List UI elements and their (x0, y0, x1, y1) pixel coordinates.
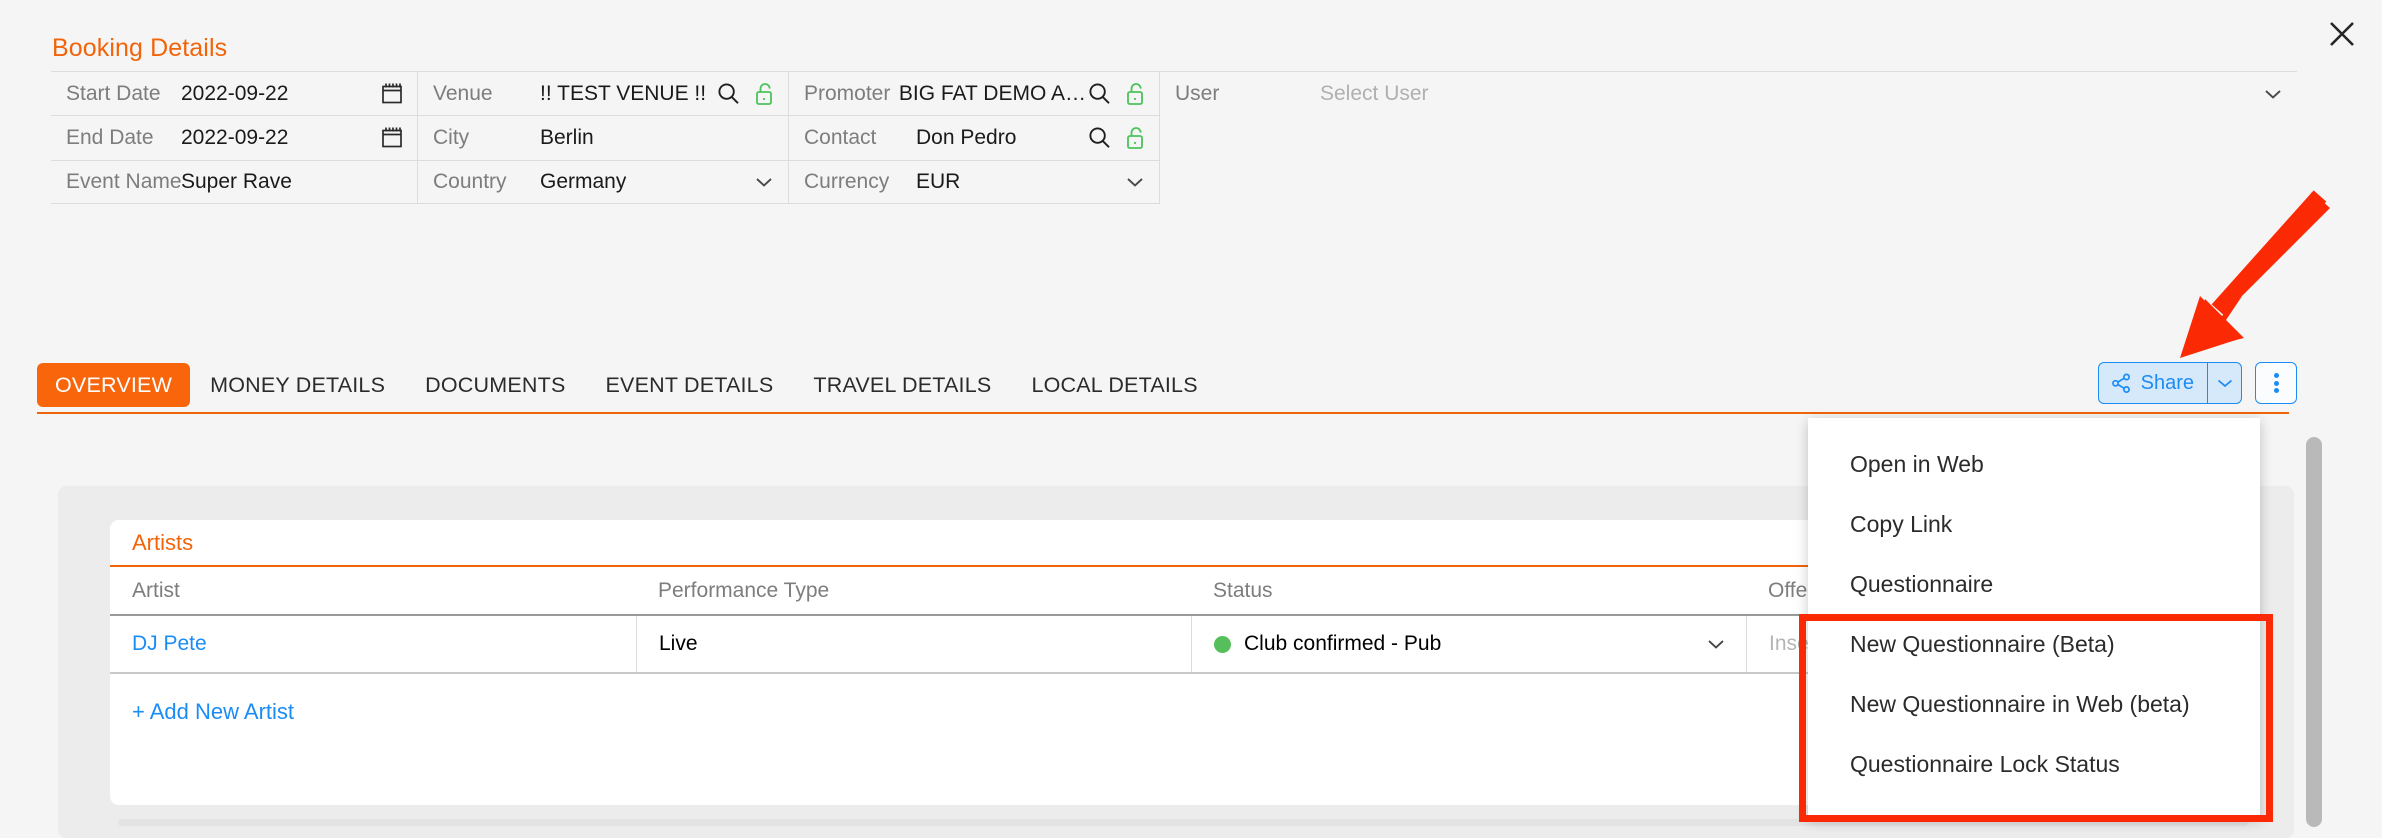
details-column-dates: Start Date 2022-09-22 End Date 2022-09-2… (51, 71, 418, 204)
chevron-down-icon[interactable] (754, 175, 774, 189)
field-venue[interactable]: Venue !! TEST VENUE !! (418, 71, 788, 115)
horizontal-scrollbar-track[interactable] (118, 819, 2248, 826)
field-label: Currency (804, 169, 890, 193)
unlock-icon[interactable] (1125, 126, 1145, 150)
details-column-user: User Select User (1160, 71, 2297, 204)
column-header-status: Status (1213, 578, 1273, 602)
field-value: 2022-09-22 (181, 125, 289, 149)
field-value: Germany (540, 169, 627, 193)
column-header-artist: Artist (132, 578, 180, 602)
unlock-icon[interactable] (754, 82, 774, 106)
tab-travel-details[interactable]: TRAVEL DETAILS (793, 363, 1011, 407)
search-icon[interactable] (717, 82, 740, 105)
menu-item-questionnaire[interactable]: Questionnaire (1808, 554, 2260, 614)
field-label: Promoter (804, 81, 891, 105)
close-icon[interactable] (2316, 8, 2368, 60)
details-column-promoter: Promoter BIG FAT DEMO AGE … Contact Don … (789, 71, 1160, 204)
status-dropdown-toggle[interactable] (1706, 637, 1746, 651)
field-label: End Date (66, 125, 154, 149)
tab-bar: OVERVIEW MONEY DETAILS DOCUMENTS EVENT D… (37, 358, 2293, 412)
menu-item-open-in-web[interactable]: Open in Web (1808, 434, 2260, 494)
field-promoter[interactable]: Promoter BIG FAT DEMO AGE … (789, 71, 1159, 115)
calendar-icon[interactable] (381, 126, 403, 149)
share-button[interactable]: Share (2097, 362, 2242, 404)
artist-name-link[interactable]: DJ Pete (132, 632, 207, 656)
tab-local-details[interactable]: LOCAL DETAILS (1011, 363, 1217, 407)
chevron-down-icon (2217, 379, 2232, 388)
chevron-down-icon (1708, 640, 1724, 649)
field-end-date[interactable]: End Date 2022-09-22 (51, 115, 417, 159)
booking-details-screen: Booking Details Start Date 2022-09-22 En… (0, 0, 2382, 838)
vertical-scrollbar-thumb[interactable] (2306, 437, 2322, 827)
tab-event-details[interactable]: EVENT DETAILS (586, 363, 794, 407)
status-indicator-dot (1214, 635, 1231, 653)
field-value: EUR (916, 169, 961, 193)
field-event-name[interactable]: Event Name Super Rave (51, 159, 417, 204)
share-button-label: Share (2140, 371, 2194, 394)
share-nodes-icon (2111, 373, 2132, 394)
toolbar-actions: Share (2097, 362, 2297, 404)
cell-performance-type[interactable]: Live (636, 616, 1191, 672)
field-start-date[interactable]: Start Date 2022-09-22 (51, 71, 417, 115)
menu-item-new-questionnaire-beta[interactable]: New Questionnaire (Beta) (1808, 614, 2260, 674)
field-contact[interactable]: Contact Don Pedro (789, 115, 1159, 159)
tab-documents[interactable]: DOCUMENTS (405, 363, 585, 407)
field-label: Country (433, 169, 507, 193)
unlock-icon[interactable] (1125, 82, 1145, 106)
field-label: User (1175, 81, 1220, 105)
share-dropdown-menu: Open in Web Copy Link Questionnaire New … (1808, 418, 2260, 818)
page-title: Booking Details (52, 34, 228, 62)
field-label: Event Name (66, 169, 182, 193)
cell-status[interactable]: Club confirmed - Pub (1191, 616, 1746, 672)
field-value: Berlin (540, 125, 594, 149)
annotation-arrow (2152, 188, 2352, 373)
tab-overview[interactable]: OVERVIEW (37, 363, 191, 407)
field-value: Super Rave (181, 169, 292, 193)
menu-item-copy-link[interactable]: Copy Link (1808, 494, 2260, 554)
menu-item-new-questionnaire-in-web[interactable]: New Questionnaire in Web (beta) (1808, 674, 2260, 734)
field-label: Venue (433, 81, 493, 105)
user-select-value: Select User (1320, 81, 1429, 105)
field-value: BIG FAT DEMO AGE … (898, 81, 1088, 105)
chevron-down-icon[interactable] (1125, 175, 1145, 189)
details-column-venue: Venue !! TEST VENUE !! City Berlin Count… (418, 71, 789, 204)
calendar-icon[interactable] (381, 82, 403, 105)
field-country[interactable]: Country Germany (418, 159, 788, 204)
field-label: Start Date (66, 81, 161, 105)
field-value: 2022-09-22 (181, 81, 289, 105)
search-icon[interactable] (1088, 82, 1111, 105)
field-user[interactable]: User Select User (1160, 71, 2297, 115)
field-label: Contact (804, 125, 877, 149)
tab-money-details[interactable]: MONEY DETAILS (190, 363, 405, 407)
share-dropdown-toggle[interactable] (2207, 363, 2241, 403)
field-value: Don Pedro (916, 125, 1017, 149)
field-label: City (433, 125, 470, 149)
field-value: !! TEST VENUE !! (540, 81, 707, 105)
menu-item-questionnaire-lock-status[interactable]: Questionnaire Lock Status (1808, 734, 2260, 794)
chevron-down-icon[interactable] (2263, 87, 2283, 101)
booking-details-grid: Start Date 2022-09-22 End Date 2022-09-2… (51, 71, 2297, 204)
field-currency[interactable]: Currency EUR (789, 159, 1159, 204)
status-label: Club confirmed - Pub (1244, 632, 1442, 655)
more-vertical-icon[interactable] (2255, 362, 2297, 404)
search-icon[interactable] (1088, 126, 1111, 149)
field-city[interactable]: City Berlin (418, 115, 788, 159)
column-header-performance-type: Performance Type (658, 578, 830, 602)
tab-underline (37, 412, 2289, 414)
